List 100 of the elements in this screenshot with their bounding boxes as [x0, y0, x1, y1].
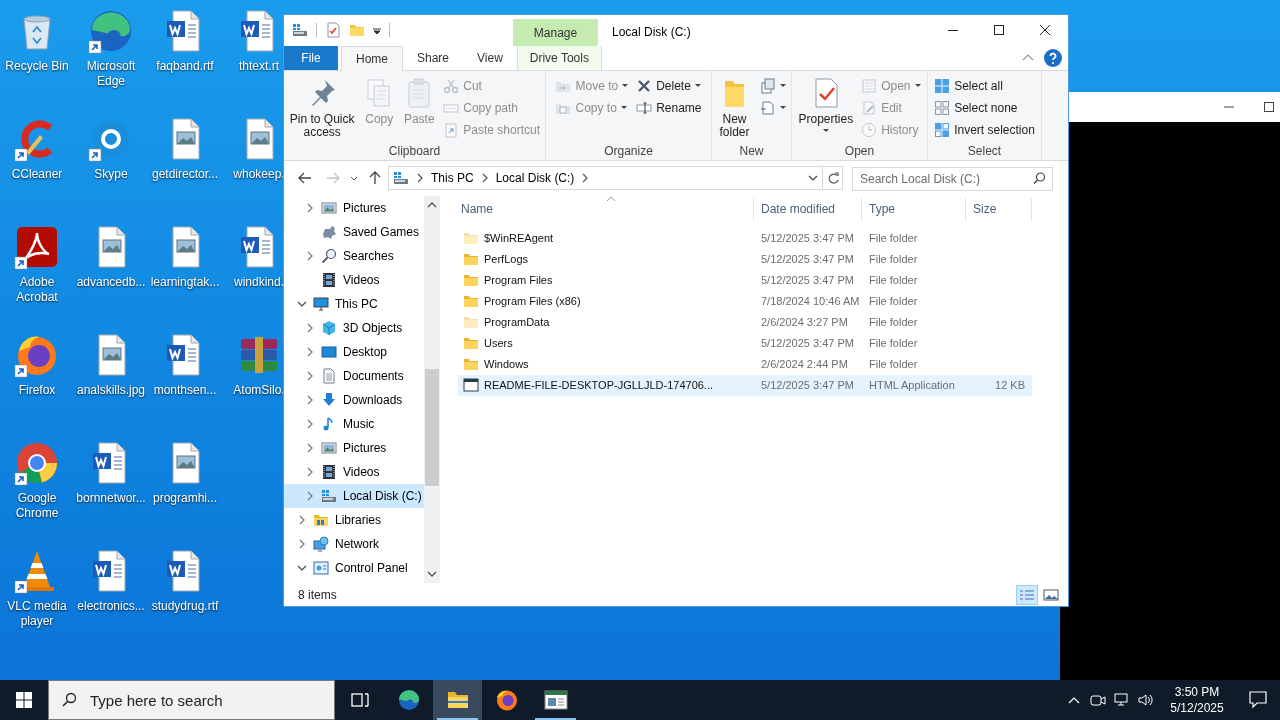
help-icon[interactable] [1044, 48, 1062, 67]
ribbon-button[interactable]: New folder [714, 74, 755, 139]
maximize-icon[interactable] [1264, 102, 1274, 112]
nav-item[interactable]: Videos [284, 267, 424, 292]
icon-label: Skype [93, 167, 129, 182]
ribbon-tab[interactable]: Share [403, 45, 464, 70]
caret-icon[interactable] [373, 26, 381, 35]
network-icon[interactable] [1114, 692, 1130, 708]
file-row[interactable]: README-FILE-DESKTOP-JGLLJLD-174706... 5/12/2025 3:47 PM HTML Application 12 KB [458, 374, 1032, 396]
drive-icon [393, 169, 409, 186]
file-row[interactable]: Program Files (x86) 7/18/2024 10:46 AM File folder [458, 290, 1032, 312]
clock[interactable]: 3:50 PM 5/12/2025 [1158, 684, 1236, 716]
column-header[interactable]: Size [966, 197, 1032, 221]
ribbon-tab[interactable]: Drive Tools [516, 45, 602, 70]
ribbon-button[interactable]: Select all [931, 74, 1038, 97]
column-header[interactable]: Name [458, 197, 754, 221]
date-cell-text: 5/12/2025 3:47 PM [760, 252, 855, 267]
icon-label: programhi... [152, 491, 218, 506]
nav-item[interactable]: Saved Games [284, 219, 424, 244]
nav-item[interactable]: Documents [284, 363, 424, 388]
clock-icon [861, 121, 878, 138]
nav-item[interactable]: Music [284, 411, 424, 436]
column-header[interactable]: Type [862, 197, 966, 221]
chevron-right-icon [305, 442, 315, 453]
chevron-right-icon [305, 490, 315, 501]
ribbon-button[interactable]: Delete [633, 74, 705, 97]
nav-item[interactable]: Local Disk (C:) [284, 483, 424, 508]
icon-label: thtext.rt [238, 59, 280, 74]
type-cell-text: File folder [868, 252, 919, 267]
file-name: Program Files [484, 273, 553, 288]
control-panel-icon [313, 559, 329, 576]
document-icon [321, 367, 337, 384]
picture-frame-icon [321, 199, 337, 216]
nav-item[interactable]: Searches [284, 243, 424, 268]
drive-icon[interactable] [292, 22, 308, 39]
shortcut-icon [443, 121, 460, 138]
nav-item[interactable]: Libraries [284, 507, 424, 532]
checkmark-document-icon[interactable] [325, 22, 341, 39]
close-icon [1040, 25, 1050, 36]
back-arrow-icon[interactable] [296, 170, 312, 185]
breadcrumb[interactable]: This PC [431, 168, 474, 187]
file-row[interactable]: $WinREAgent 5/12/2025 3:47 PM File folder [458, 227, 1032, 249]
window-title: Local Disk (C:) [612, 24, 691, 41]
caret-icon [780, 84, 786, 88]
camera-icon[interactable] [1090, 692, 1106, 708]
type-cell-text: File folder [868, 294, 919, 309]
scroll-up-icon[interactable] [427, 200, 437, 209]
icon-label: getdirector... [150, 167, 219, 182]
icon-label: windkind. [233, 275, 285, 290]
ribbon-button[interactable]: Pin to Quick access [286, 74, 359, 139]
file-name: $WinREAgent [484, 231, 554, 246]
icon-label: Microsoft Edge [85, 59, 137, 89]
cross-icon [636, 77, 653, 94]
chevron-down-icon[interactable] [350, 174, 358, 181]
refresh-button[interactable] [823, 165, 843, 190]
scrollbar-thumb[interactable] [425, 368, 439, 486]
browser-icon [396, 688, 421, 712]
column-header[interactable]: Date modified [754, 197, 862, 221]
speaker-icon[interactable] [1138, 692, 1154, 708]
nav-item[interactable]: Pictures [284, 195, 424, 220]
view-toggle-button[interactable] [1016, 584, 1038, 605]
icon-label: monthsen... [152, 383, 218, 398]
nav-item[interactable]: Desktop [284, 339, 424, 364]
ribbon-tab[interactable]: View [463, 45, 517, 70]
file-row[interactable]: Windows 2/6/2024 2:44 PM File folder [458, 353, 1032, 375]
address-bar[interactable]: This PC Local Disk (C:) [388, 165, 823, 190]
file-row[interactable]: Users 5/12/2025 3:47 PM File folder [458, 332, 1032, 354]
ribbon-tab[interactable]: Home [341, 45, 403, 71]
nav-item[interactable]: Control Panel [284, 555, 424, 580]
search-field[interactable]: Type here to search [48, 680, 335, 720]
nav-item[interactable]: This PC [284, 291, 424, 316]
chevron-right-icon [305, 346, 315, 357]
chevron-right-icon [297, 538, 307, 549]
app-window-icon [543, 688, 568, 712]
file-row[interactable]: Program Files 5/12/2025 3:47 PM File folder [458, 269, 1032, 291]
ribbon-button[interactable]: Rename [633, 96, 705, 119]
up-arrow-icon[interactable] [368, 170, 382, 186]
details-view-icon [1019, 588, 1035, 601]
nav-item[interactable]: Network [284, 531, 424, 556]
ribbon-button[interactable]: Invert selection [931, 118, 1038, 141]
browser-icon [494, 688, 519, 712]
nav-item[interactable]: Videos [284, 459, 424, 484]
caret-icon [780, 106, 786, 110]
ribbon-tab[interactable]: File [284, 45, 338, 70]
file-row[interactable]: ProgramData 2/6/2024 3:27 PM File folder [458, 311, 1032, 333]
nav-item[interactable]: 3D Objects [284, 315, 424, 340]
ribbon-button[interactable]: Select none [931, 96, 1038, 119]
scrollbar[interactable] [424, 195, 440, 584]
nav-item[interactable]: Pictures [284, 435, 424, 460]
date-cell-text: 5/12/2025 3:47 PM [760, 231, 855, 246]
icon-label: learningtak... [149, 275, 221, 290]
file-row[interactable]: PerfLogs 5/12/2025 3:47 PM File folder [458, 248, 1032, 270]
file-name: Windows [484, 357, 529, 372]
taskbar-app[interactable] [433, 680, 482, 720]
ribbon-button[interactable]: Properties [795, 74, 857, 132]
breadcrumb[interactable]: Local Disk (C:) [495, 168, 575, 187]
scroll-down-icon[interactable] [427, 570, 437, 579]
nav-item[interactable]: Downloads [284, 387, 424, 412]
speech-bubble-icon [1249, 691, 1267, 709]
file-name: ProgramData [484, 315, 550, 330]
